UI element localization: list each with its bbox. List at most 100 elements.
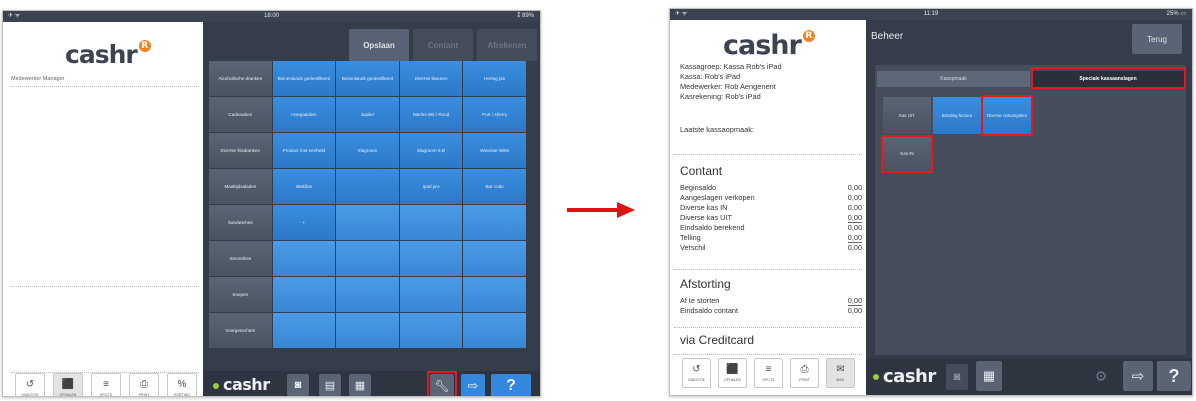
tile-betaling-factuur[interactable]: Betaling factuur [933,97,981,134]
category-button[interactable]: Smoothies [209,241,272,276]
product-button[interactable]: Bar code [463,169,526,204]
summary-label: Eindsaldo berekend [680,223,745,232]
summary-row: Verschil 0,00 [680,243,862,252]
category-button[interactable]: Sandwiches [209,205,272,240]
product-button[interactable]: Binnenlands gedestilleerd [272,61,336,96]
product-button[interactable] [399,277,463,312]
status-bar: ✈ ᯤ 11:19 25% ▭ [670,9,1192,20]
print-icon: ⎙ [140,379,148,390]
cash-button[interactable]: Contant [413,29,473,61]
summary-row: Diverse kas UIT 0,00 [680,213,862,223]
divider [674,327,862,328]
product-button[interactable]: Wokline [272,169,336,204]
product-button[interactable]: Slagroom 0,5l [399,133,463,168]
product-button[interactable] [336,169,399,204]
transition-arrow-icon [567,202,635,218]
product-button[interactable] [463,205,526,240]
product-button[interactable]: Diverse likeuren [399,61,463,96]
product-button[interactable]: Ipad pro [399,169,463,204]
barcode-icon[interactable]: ▤ [319,374,341,396]
divider [11,286,199,287]
product-button[interactable] [336,241,399,276]
product-button[interactable] [463,313,526,348]
product-button[interactable]: Buitenlands gedestilleerd [336,61,399,96]
product-button[interactable]: Martini Wit / Rood [399,97,463,132]
summary-row: Beginsaldo 0,00 [680,183,862,192]
product-button[interactable] [463,277,526,312]
category-button[interactable]: Cadeaubon [209,97,272,132]
product-button[interactable]: Product met eenheid [272,133,336,168]
split-button[interactable]: ≡ SPLITS [754,358,783,388]
help-button[interactable]: ? [1157,361,1191,391]
product-button[interactable] [272,241,336,276]
category-button[interactable]: Alcoholische dranken [209,61,272,96]
summary-value: 0,00 [847,183,862,192]
highlight-tab [1031,67,1186,89]
summary-label: Telling [680,233,701,242]
back-button[interactable]: Terug [1132,24,1182,54]
logout-icon[interactable]: ⇨ [1123,361,1153,391]
gear-icon[interactable]: ⚙ [1088,362,1114,390]
product-button[interactable] [399,241,463,276]
product-button[interactable] [336,277,399,312]
camera-icon[interactable]: ◙ [946,364,968,390]
print-button[interactable]: ⎙ PRINT [129,373,159,396]
product-button[interactable] [272,313,336,348]
product-button[interactable] [399,313,463,348]
retrieve-button[interactable]: ⬛ OPHALEN [53,373,83,396]
category-button[interactable]: Soepen [209,277,272,312]
percent-icon: % [177,379,187,390]
mail-button[interactable]: ✉ MAIL [826,358,855,388]
product-button[interactable]: Wieckse Witte [463,133,526,168]
undo-button[interactable]: ↺ ONDO/TIE [15,373,45,396]
qr-icon[interactable]: ▦ [976,361,1002,391]
divider [674,354,862,355]
product-button[interactable]: Jupiler [336,97,399,132]
product-button[interactable] [399,205,463,240]
status-bar: ✈ ᯤ 18:00 ⁑ 89% [3,11,540,22]
summary-row: Diverse kas IN 0,00 [680,203,862,212]
camera-icon[interactable]: ◙ [287,374,309,396]
print-button[interactable]: ⎙ PRINT [790,358,819,388]
summary-label: Verschil [680,243,706,252]
category-button[interactable]: Maaltijdsalades [209,169,272,204]
product-button[interactable]: Port / sherry [463,97,526,132]
summary-label: Af te storten [680,296,720,305]
summary-row: Eindsaldo contant 0,00 [680,306,862,315]
product-button[interactable]: Hoegaarden [272,97,336,132]
cashr-logo-small[interactable]: cashr [213,375,270,394]
cashr-logo: cashr R [723,30,815,61]
product-button[interactable] [336,313,399,348]
afstorting-title: Afstorting [680,277,731,291]
tile-kas-uit[interactable]: Kas UIT [883,97,931,134]
product-button[interactable] [463,241,526,276]
undo-button[interactable]: ↺ ONDO/TIE [682,358,711,388]
product-button[interactable] [272,277,336,312]
tab-kasopmaak[interactable]: Kasopmaak [877,71,1030,87]
discount-button[interactable]: % KORTING [167,373,197,396]
product-button[interactable] [336,205,399,240]
save-button[interactable]: Opslaan [349,29,409,61]
qr-icon[interactable]: ▦ [349,374,371,396]
category-button[interactable]: Voorgerechten [209,313,272,348]
summary-value: 0,00 [847,223,862,232]
battery-status: 25% ▭ [1166,11,1186,17]
checkout-button[interactable]: Afrekenen [477,29,537,61]
cashr-logo-small[interactable]: cashr [873,366,936,387]
summary-value: 0,00 [847,213,862,223]
order-pane: cashr R Medewerker Manager ↺ ONDO/TIE ⬛ OPH… [3,22,203,396]
logout-icon[interactable]: ⇨ [461,374,485,396]
retrieve-icon: ⬛ [726,364,739,375]
undo-icon: ↺ [692,364,701,375]
help-button[interactable]: ? [491,374,531,396]
split-button[interactable]: ≡ SPLITS [91,373,121,396]
screenshot-before: ✈ ᯤ 18:00 ⁑ 89% cashr R Medewerker Manage… [2,10,541,397]
retrieve-button[interactable]: ⬛ OPHALEN [718,358,747,388]
page-title: Beheer [871,31,904,42]
status-time: 11:19 [923,11,939,17]
cash-report-pane: cashr R Kassagroep: Kassa Rob's iPad Kass… [670,20,866,395]
product-button[interactable]: + [272,205,336,240]
product-button[interactable]: Hertog jan [463,61,526,96]
category-button[interactable]: Diverse frisdranken [209,133,272,168]
product-button[interactable]: Slagroom [336,133,399,168]
